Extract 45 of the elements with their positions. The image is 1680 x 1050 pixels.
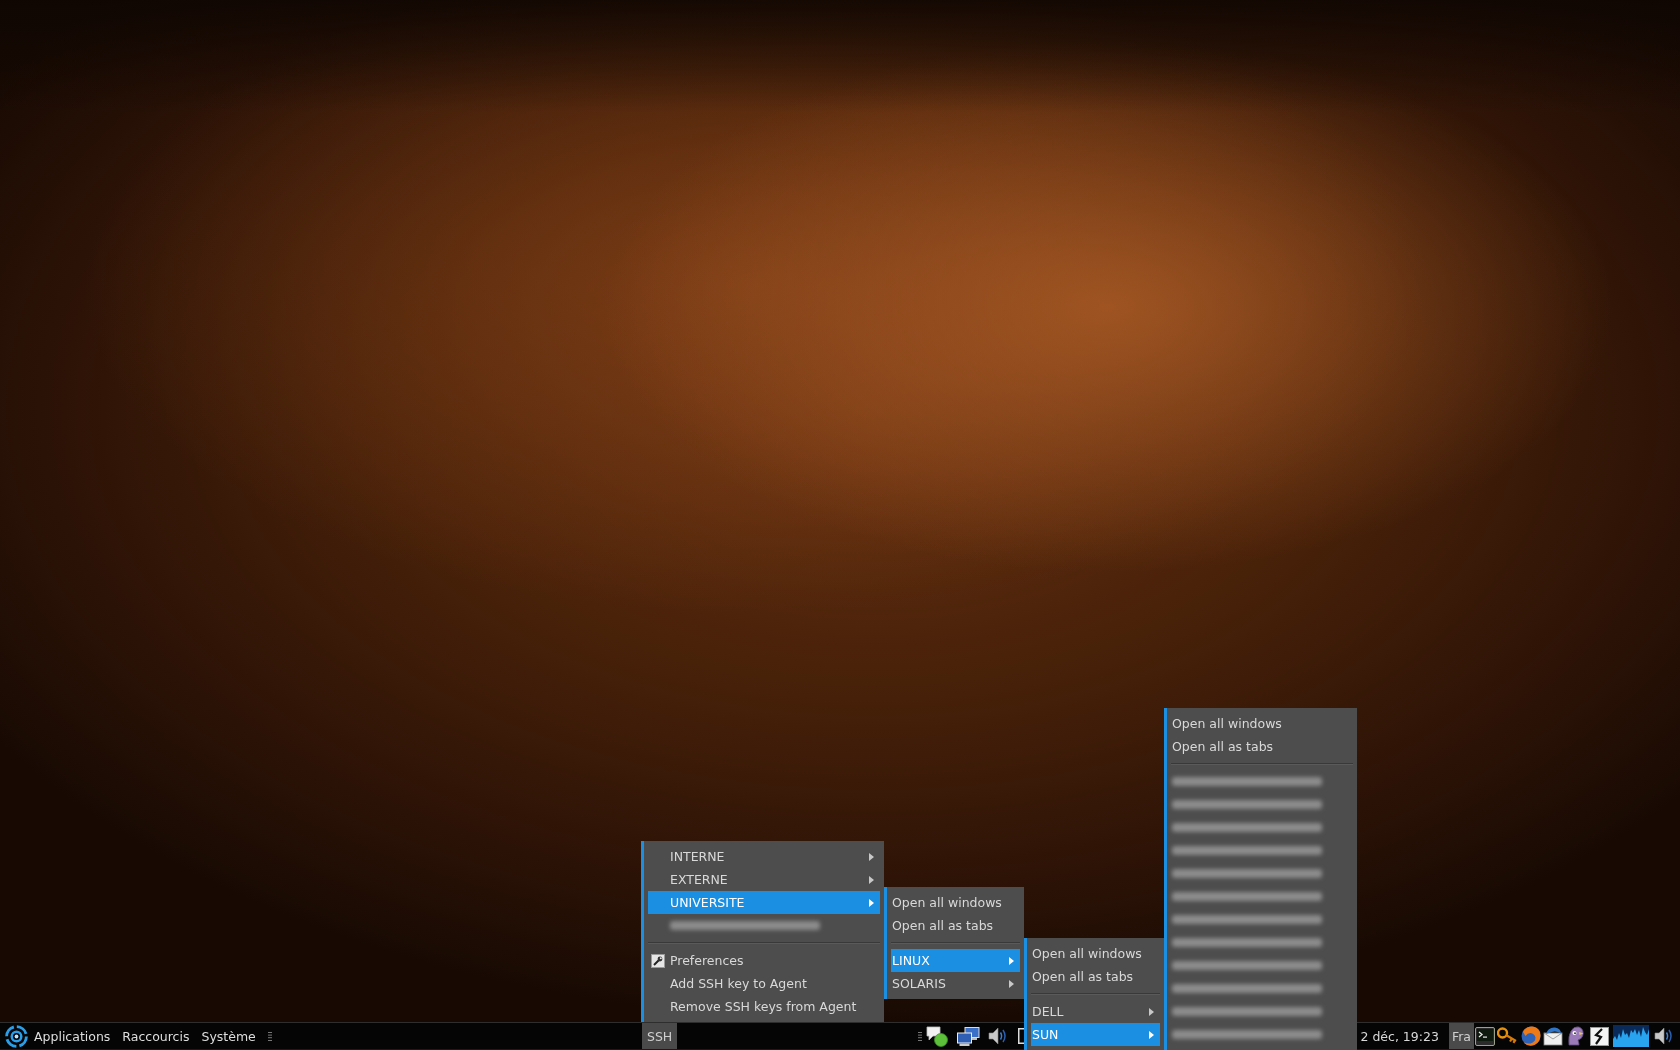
logo-icon[interactable]	[5, 1024, 28, 1048]
menu-item[interactable]: UNIVERSITE	[648, 891, 880, 914]
menu-item[interactable]: Preferences	[648, 949, 880, 972]
menu-item[interactable]: Remove SSH keys from Agent	[648, 995, 880, 1018]
envelope-icon[interactable]	[1543, 1026, 1563, 1046]
speaker-icon[interactable]	[988, 1027, 1008, 1045]
submenu-arrow-icon	[869, 898, 874, 907]
menu-item[interactable]: EXTERNE	[648, 868, 880, 891]
chat-bubble-icon[interactable]	[926, 1025, 949, 1047]
clock[interactable]: 2 déc, 19:23	[1350, 1024, 1449, 1048]
menu-item[interactable]: LINUX	[891, 949, 1020, 972]
menu-item[interactable]: SUN	[1031, 1023, 1160, 1046]
menu-item[interactable]: Open all windows	[891, 891, 1020, 914]
menu-item[interactable]: Open all windows	[1171, 712, 1353, 735]
menu-item[interactable]: INTERNE	[648, 845, 880, 868]
menu-item[interactable]: Open all windows	[1031, 942, 1160, 965]
settings-icon	[651, 953, 665, 968]
network-icon[interactable]	[957, 1026, 981, 1046]
menu-item[interactable]: Add SSH key to Agent	[648, 972, 880, 995]
submenu-arrow-icon	[1009, 979, 1014, 988]
speaker-icon[interactable]	[1654, 1027, 1673, 1045]
submenu-arrow-icon	[1009, 956, 1014, 965]
activity-graph-icon[interactable]	[1613, 1025, 1649, 1047]
menu-item[interactable]: Open all as tabs	[891, 914, 1020, 937]
globe-icon[interactable]	[1521, 1026, 1541, 1046]
submenu-arrow-icon	[1149, 1030, 1154, 1039]
submenu-arrow-icon	[1149, 1007, 1154, 1016]
bird-icon[interactable]	[1565, 1026, 1585, 1046]
keyboard-layout-button[interactable]: Fra	[1448, 1023, 1474, 1049]
menu-item[interactable]: Open all as tabs	[1171, 735, 1353, 758]
panel-menu[interactable]: Applications	[28, 1024, 117, 1048]
submenu-arrow-icon	[869, 852, 874, 861]
menu-item[interactable]: Open all as tabs	[1031, 965, 1160, 988]
key-icon[interactable]	[1497, 1027, 1518, 1045]
submenu-arrow-icon	[869, 875, 874, 884]
ssh-applet-button[interactable]: SSH	[642, 1023, 678, 1049]
window-icon[interactable]	[1018, 1028, 1026, 1044]
menu-item[interactable]: SOLARIS	[891, 972, 1020, 995]
panel-menu[interactable]: Système	[195, 1024, 262, 1048]
menu-item[interactable]: DELL	[1031, 1000, 1160, 1023]
lightning-icon[interactable]	[1590, 1026, 1609, 1046]
handle-icon	[918, 1031, 923, 1041]
panel-menu[interactable]: Raccourcis	[116, 1024, 196, 1048]
terminal-icon[interactable]	[1475, 1026, 1495, 1046]
handle-icon	[267, 1031, 272, 1041]
